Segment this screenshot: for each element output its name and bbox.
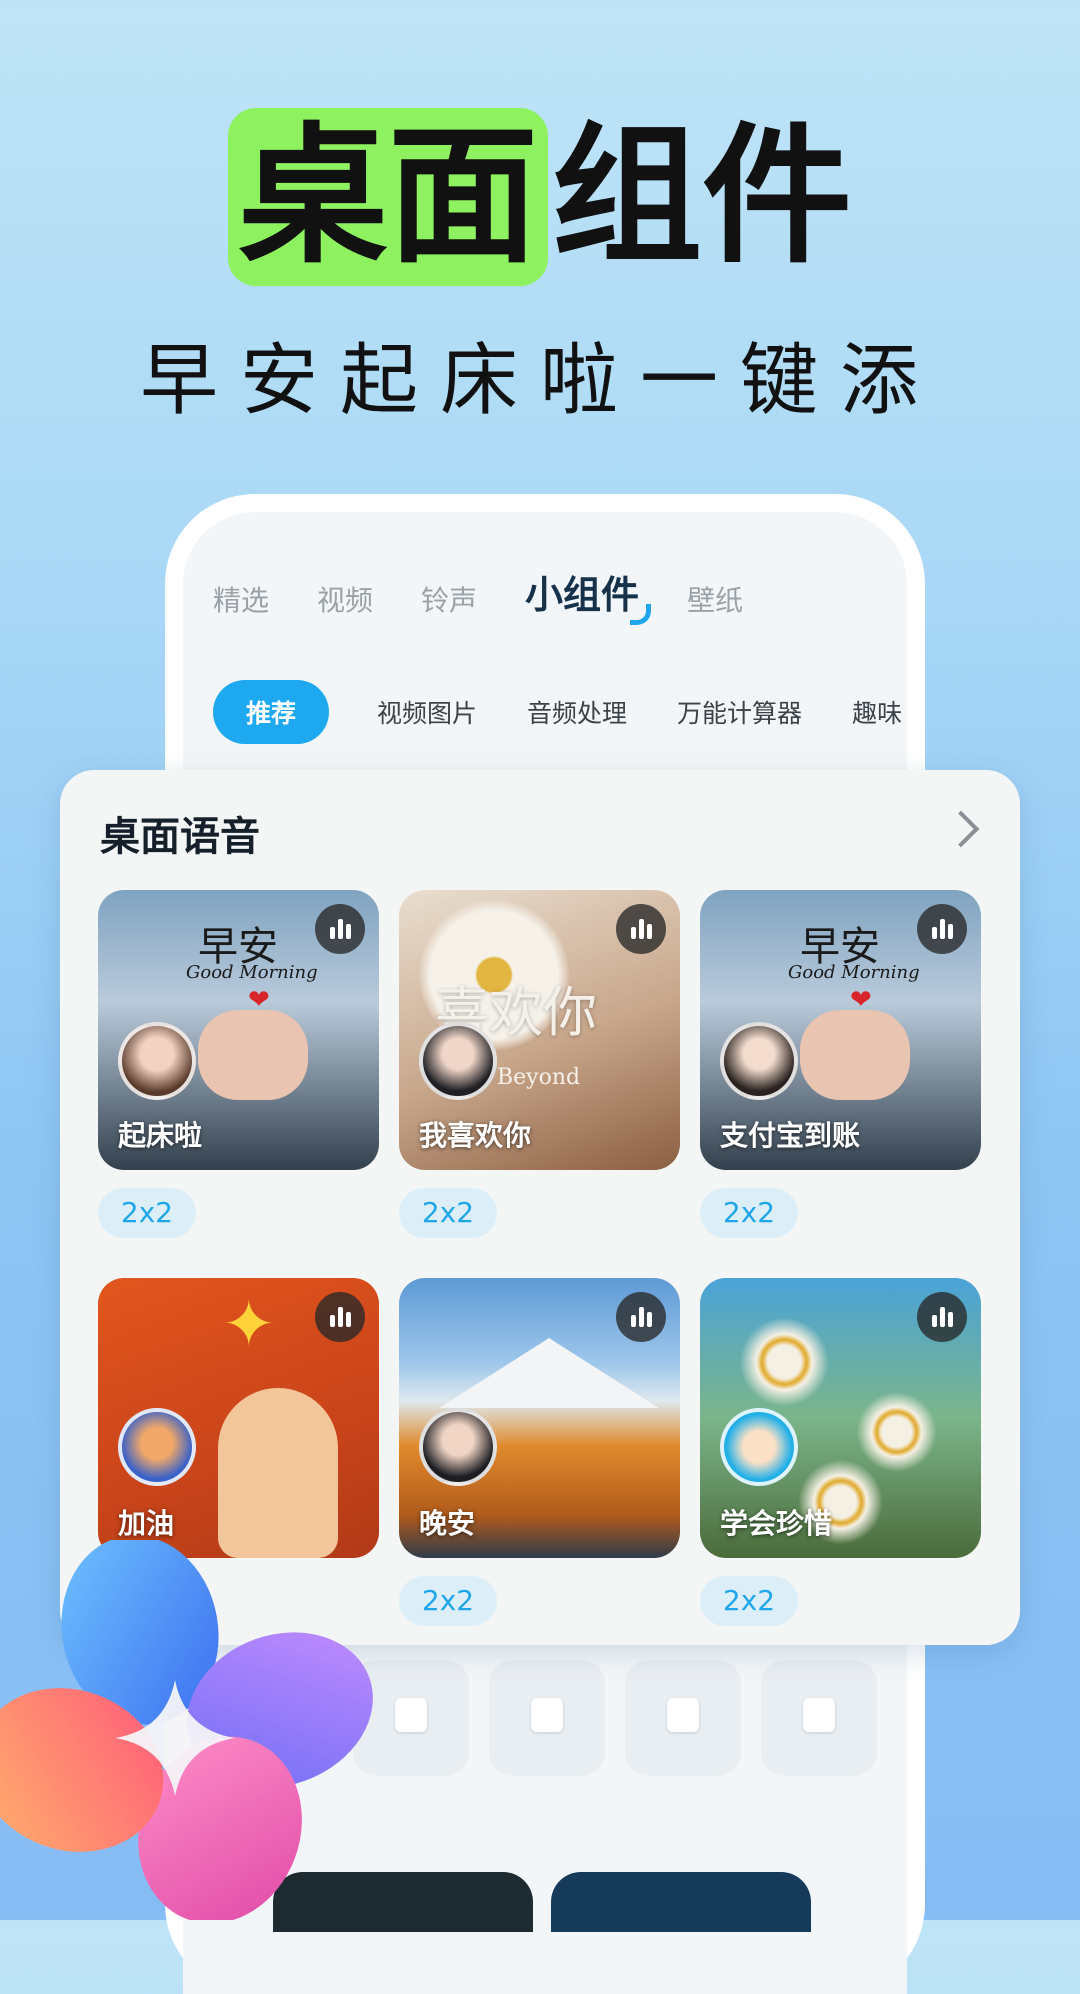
tile-label: 支付宝到账 xyxy=(720,1119,861,1152)
tile-label: 加油 xyxy=(118,1507,175,1540)
promo-headline: 桌面组件 xyxy=(0,108,1080,286)
chevron-right-icon[interactable] xyxy=(942,810,980,848)
widget-tile[interactable]: 早安 Good Morning ❤ 支付宝到账 xyxy=(700,890,981,1170)
flower-logo-icon xyxy=(0,1540,373,1920)
headline-highlight: 桌面 xyxy=(227,108,548,286)
audio-bars-icon[interactable] xyxy=(616,904,666,954)
tile-label: 晚安 xyxy=(419,1507,476,1540)
size-badge: 2x2 xyxy=(399,1188,497,1238)
category-video-image[interactable]: 视频图片 xyxy=(377,694,477,730)
widget-tile[interactable]: 学会珍惜 xyxy=(700,1278,981,1558)
size-badge: 2x2 xyxy=(98,1188,196,1238)
tile-label: 学会珍惜 xyxy=(720,1507,833,1540)
widget-tile[interactable]: 早安 Good Morning ❤ 起床啦 xyxy=(98,890,379,1170)
app-tile[interactable] xyxy=(625,1660,741,1776)
app-icon xyxy=(803,1698,835,1732)
category-recommended[interactable]: 推荐 xyxy=(213,680,330,744)
widget-tile[interactable]: ✦ 加油 xyxy=(98,1278,379,1558)
size-badge: 2x2 xyxy=(399,1576,497,1626)
top-tab-bar: 精选 视频 铃声 小组件 壁纸 xyxy=(213,564,791,625)
hand-image xyxy=(800,1010,910,1100)
app-icon xyxy=(531,1698,563,1732)
category-fun[interactable]: 趣味 xyxy=(852,694,902,730)
audio-bars-icon[interactable] xyxy=(917,1292,967,1342)
tab-featured[interactable]: 精选 xyxy=(213,579,269,619)
mountain-image xyxy=(439,1338,659,1408)
avatar xyxy=(720,1022,798,1100)
tile-decoration-sub: Beyond xyxy=(497,1065,581,1090)
widget-icon-row xyxy=(353,1660,897,1776)
widget-tile[interactable]: 晚安 xyxy=(399,1278,680,1558)
cartoon-figure xyxy=(218,1388,338,1558)
app-tile[interactable] xyxy=(489,1660,605,1776)
avatar xyxy=(720,1408,798,1486)
tile-label: 我喜欢你 xyxy=(419,1119,532,1152)
avatar xyxy=(419,1408,497,1486)
hand-image xyxy=(198,1010,308,1100)
app-tile[interactable] xyxy=(761,1660,877,1776)
widget-tile[interactable]: 喜欢你 Beyond 我喜欢你 xyxy=(399,890,680,1170)
tab-video[interactable]: 视频 xyxy=(317,579,373,619)
promo-subline: 早安起床啦一键添 xyxy=(139,336,940,426)
audio-bars-icon[interactable] xyxy=(616,1292,666,1342)
tile-decoration-sub: Good Morning xyxy=(788,962,920,983)
thumbnail[interactable] xyxy=(551,1872,811,1932)
avatar xyxy=(118,1408,196,1486)
audio-bars-icon[interactable] xyxy=(315,904,365,954)
category-calculator[interactable]: 万能计算器 xyxy=(677,694,802,730)
audio-bars-icon[interactable] xyxy=(315,1292,365,1342)
sparkle-icon: ✦ xyxy=(222,1288,276,1362)
category-audio[interactable]: 音频处理 xyxy=(527,694,627,730)
tab-ringtone[interactable]: 铃声 xyxy=(421,579,477,619)
avatar xyxy=(419,1022,497,1100)
tab-wallpaper[interactable]: 壁纸 xyxy=(687,579,743,619)
audio-bars-icon[interactable] xyxy=(917,904,967,954)
desktop-voice-card: 桌面语音 早安 Good Morning ❤ 起床啦 2x2 喜欢你 Beyon… xyxy=(60,770,1020,1645)
tab-widgets[interactable]: 小组件 xyxy=(525,564,652,625)
category-row: 推荐 视频图片 音频处理 万能计算器 趣味 xyxy=(213,680,907,744)
size-badge: 2x2 xyxy=(700,1188,798,1238)
size-badge: 2x2 xyxy=(700,1576,798,1626)
app-icon xyxy=(667,1698,699,1732)
tile-label: 起床啦 xyxy=(118,1119,203,1152)
card-title: 桌面语音 xyxy=(100,804,290,862)
avatar xyxy=(118,1022,196,1100)
headline-rest: 组件 xyxy=(552,110,853,284)
tile-decoration-sub: Good Morning xyxy=(186,962,318,983)
